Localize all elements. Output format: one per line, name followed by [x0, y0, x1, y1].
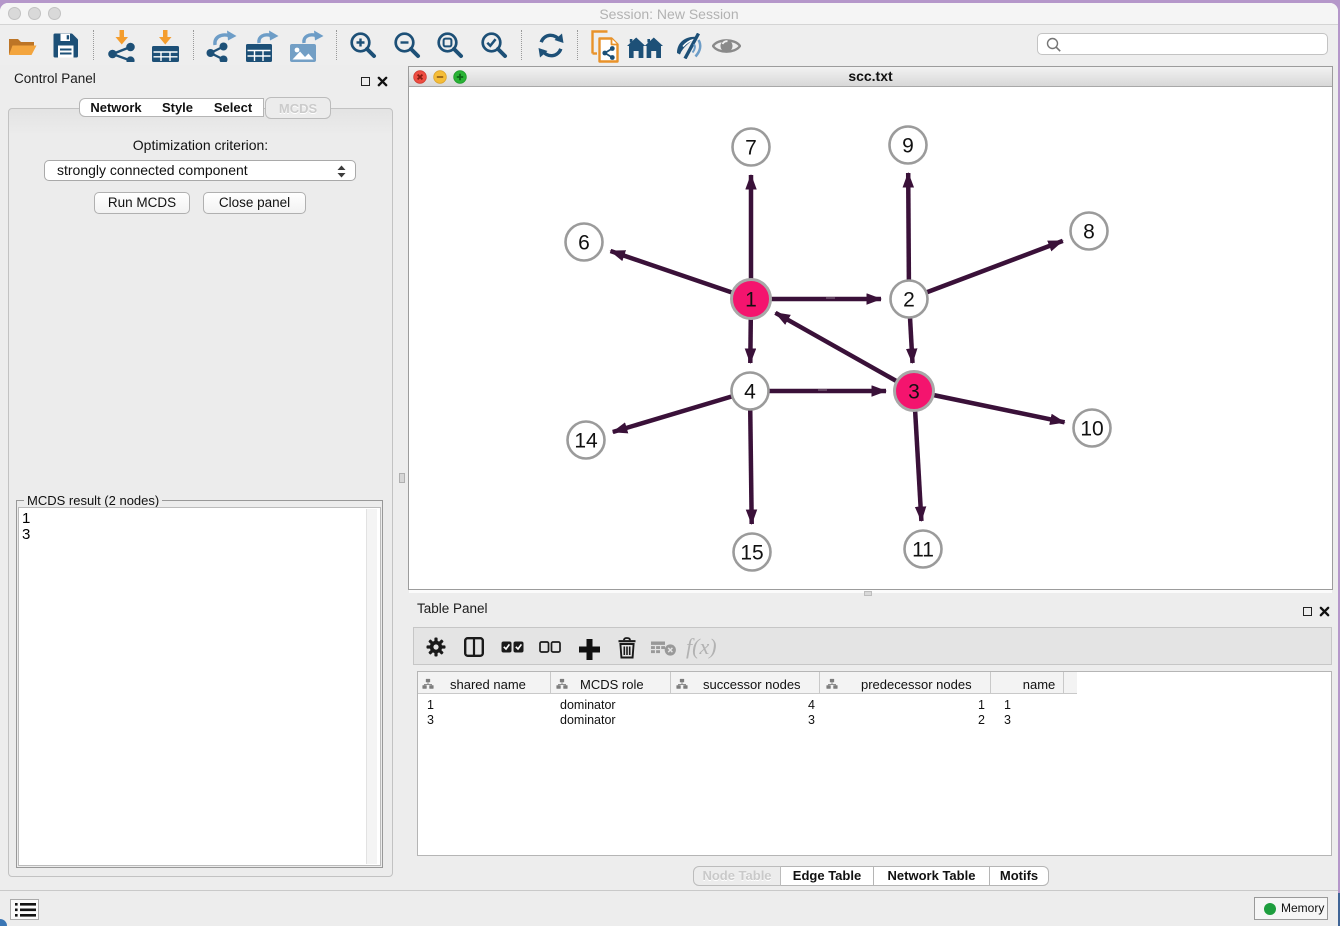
svg-text:14: 14 — [574, 429, 598, 452]
svg-text:10: 10 — [1080, 417, 1103, 440]
svg-text:9: 9 — [902, 134, 914, 157]
svg-text:3: 3 — [908, 380, 920, 403]
svg-text:11: 11 — [912, 538, 934, 561]
svg-text:2: 2 — [903, 288, 915, 311]
svg-text:1: 1 — [745, 288, 757, 311]
svg-text:15: 15 — [740, 541, 763, 564]
svg-text:8: 8 — [1083, 220, 1095, 243]
svg-text:4: 4 — [744, 380, 756, 403]
svg-text:6: 6 — [578, 231, 590, 254]
svg-text:7: 7 — [745, 136, 757, 159]
